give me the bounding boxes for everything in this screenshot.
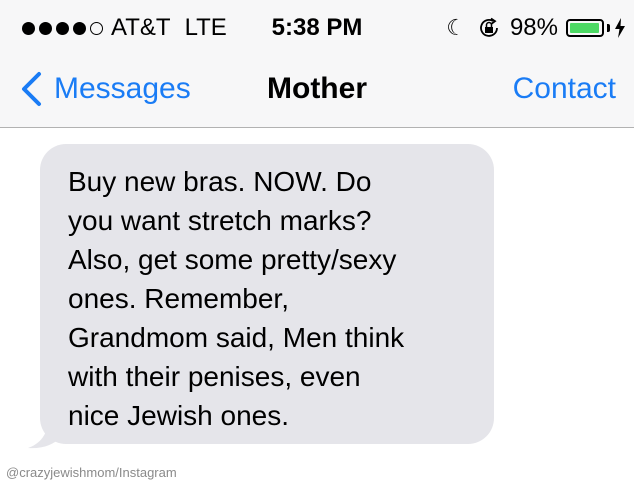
message-line: Buy new bras. NOW. Do xyxy=(68,166,372,197)
message-line: Grandmom said, Men think xyxy=(68,322,405,353)
conversation-area[interactable]: Buy new bras. NOW. Do you want stretch m… xyxy=(0,128,634,463)
received-message-bubble[interactable]: Buy new bras. NOW. Do you want stretch m… xyxy=(40,144,494,444)
rotation-lock-icon xyxy=(480,17,498,37)
message-line: you want stretch marks? xyxy=(68,205,372,236)
battery-nub xyxy=(607,24,610,32)
nav-bar: Messages Mother Contact xyxy=(0,54,634,128)
moon-icon: ☾ xyxy=(446,15,466,40)
battery-icon xyxy=(566,19,604,37)
contact-button[interactable]: Contact xyxy=(513,69,616,109)
battery-percent: 98% xyxy=(509,14,558,41)
message-line: Also, get some pretty/sexy xyxy=(68,244,397,275)
message-line: ones. Remember, xyxy=(68,283,289,314)
status-bar: AT&T LTE 5:38 PM ☾ 98% xyxy=(0,0,634,54)
status-right: ☾ 98% xyxy=(446,10,626,46)
message-line: with their penises, even xyxy=(68,361,361,392)
conversation-title-text: Mother xyxy=(267,72,367,105)
message-line: nice Jewish ones. xyxy=(68,400,290,431)
battery-fill xyxy=(570,23,600,33)
bolt-icon xyxy=(615,18,625,38)
photo-credit: @crazyjewishmom/Instagram xyxy=(6,465,177,480)
